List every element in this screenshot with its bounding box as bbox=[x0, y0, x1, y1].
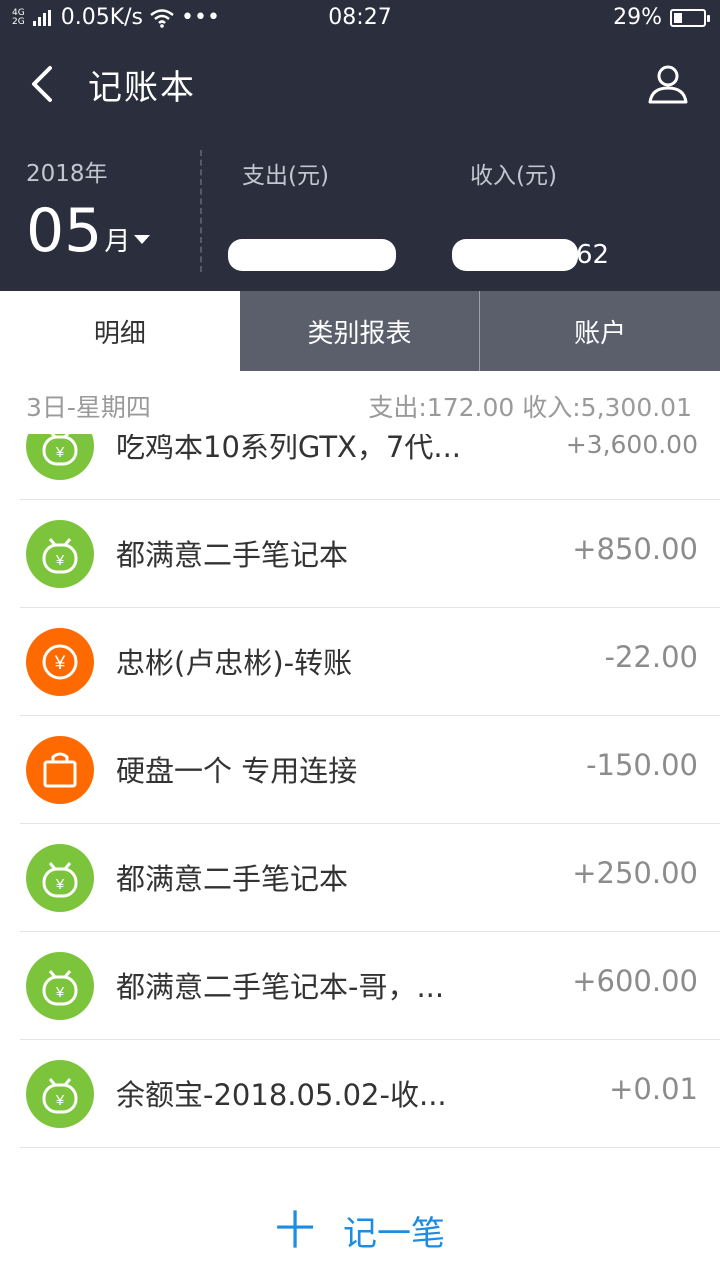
page-title: 记账本 bbox=[88, 68, 196, 108]
svg-text:¥: ¥ bbox=[55, 984, 65, 1001]
clock: 08:27 bbox=[328, 5, 392, 30]
income-value-redacted bbox=[452, 239, 578, 271]
user-icon[interactable] bbox=[646, 62, 690, 106]
add-record-button[interactable]: 十 记一笔 bbox=[0, 1206, 720, 1255]
svg-text:¥: ¥ bbox=[55, 444, 65, 461]
month-unit: 月 bbox=[104, 227, 131, 257]
transaction-title: 余额宝-2018.05.02-收... bbox=[116, 1078, 447, 1112]
back-arrow-icon[interactable] bbox=[22, 62, 66, 106]
transaction-row[interactable]: ¥ 忠彬(卢忠彬)-转账 -22.00 bbox=[0, 608, 720, 716]
money-bag-icon: ¥ bbox=[26, 844, 94, 912]
income-value-visible: 62 bbox=[576, 240, 610, 270]
transaction-row[interactable]: 硬盘一个 专用连接 -150.00 bbox=[0, 716, 720, 824]
transaction-row[interactable]: ¥ 都满意二手笔记本 +250.00 bbox=[0, 824, 720, 932]
yuan-coin-icon: ¥ bbox=[26, 628, 94, 696]
day-date: 3日-星期四 bbox=[26, 393, 151, 422]
income-label: 收入(元) bbox=[470, 163, 557, 189]
transaction-title: 都满意二手笔记本-哥，... bbox=[116, 970, 445, 1004]
transaction-amount: +600.00 bbox=[572, 964, 698, 998]
tab-details[interactable]: 明细 bbox=[0, 291, 240, 371]
transaction-amount: -150.00 bbox=[586, 748, 698, 782]
day-summary: 支出:172.00 收入:5,300.01 bbox=[368, 393, 692, 422]
bottom-bar: 十 记一笔 bbox=[0, 1176, 720, 1280]
svg-text:¥: ¥ bbox=[55, 876, 65, 893]
transaction-row[interactable]: ¥ 都满意二手笔记本 +850.00 bbox=[0, 500, 720, 608]
transaction-title: 都满意二手笔记本 bbox=[116, 538, 349, 572]
svg-text:¥: ¥ bbox=[54, 653, 66, 674]
money-bag-icon: ¥ bbox=[26, 952, 94, 1020]
header-divider bbox=[200, 150, 202, 272]
battery-percent: 29% bbox=[613, 5, 662, 30]
transaction-title: 忠彬(卢忠彬)-转账 bbox=[116, 646, 353, 680]
add-record-label: 记一笔 bbox=[343, 1214, 445, 1254]
transaction-amount: +3,600.00 bbox=[565, 430, 698, 459]
expense-label: 支出(元) bbox=[242, 163, 329, 189]
year-label: 2018年 bbox=[26, 161, 108, 187]
transaction-amount: +0.01 bbox=[609, 1072, 698, 1106]
transaction-amount: +850.00 bbox=[572, 532, 698, 566]
svg-text:¥: ¥ bbox=[55, 552, 65, 569]
transaction-title: 都满意二手笔记本 bbox=[116, 862, 349, 896]
transaction-title: 硬盘一个 专用连接 bbox=[116, 754, 358, 788]
svg-text:¥: ¥ bbox=[55, 1092, 65, 1109]
app-header: 记账本 2018年 05 月 支出(元) 收入(元) 62 bbox=[0, 36, 720, 291]
shopping-bag-icon bbox=[26, 736, 94, 804]
plus-icon: 十 bbox=[275, 1207, 315, 1254]
transaction-amount: -22.00 bbox=[604, 640, 699, 674]
money-bag-icon: ¥ bbox=[26, 1060, 94, 1128]
tab-bar: 明细 类别报表 账户 bbox=[0, 291, 720, 371]
money-bag-icon: ¥ bbox=[26, 520, 94, 588]
tab-category-report[interactable]: 类别报表 bbox=[239, 291, 480, 371]
tab-accounts[interactable]: 账户 bbox=[479, 291, 720, 371]
caret-down-icon bbox=[134, 235, 151, 244]
row-divider bbox=[20, 1147, 720, 1148]
status-right: 29% bbox=[613, 5, 710, 30]
transaction-amount: +250.00 bbox=[572, 856, 698, 890]
month-selector[interactable]: 05 月 bbox=[26, 196, 151, 266]
transaction-row[interactable]: ¥ 余额宝-2018.05.02-收... +0.01 bbox=[0, 1040, 720, 1148]
status-bar: 4G 2G 0.05K/s ••• 08:27 29% bbox=[0, 0, 720, 36]
transaction-row[interactable]: ¥ 都满意二手笔记本-哥，... +600.00 bbox=[0, 932, 720, 1040]
transaction-list[interactable]: ¥ 吃鸡本10系列GTX，7代... +3,600.00 ¥ 都满意二手笔记本 … bbox=[0, 392, 720, 1174]
expense-value-redacted bbox=[228, 239, 396, 271]
day-header: 3日-星期四 支出:172.00 收入:5,300.01 bbox=[0, 372, 720, 434]
battery-icon bbox=[670, 8, 710, 27]
month-number: 05 bbox=[26, 196, 103, 266]
